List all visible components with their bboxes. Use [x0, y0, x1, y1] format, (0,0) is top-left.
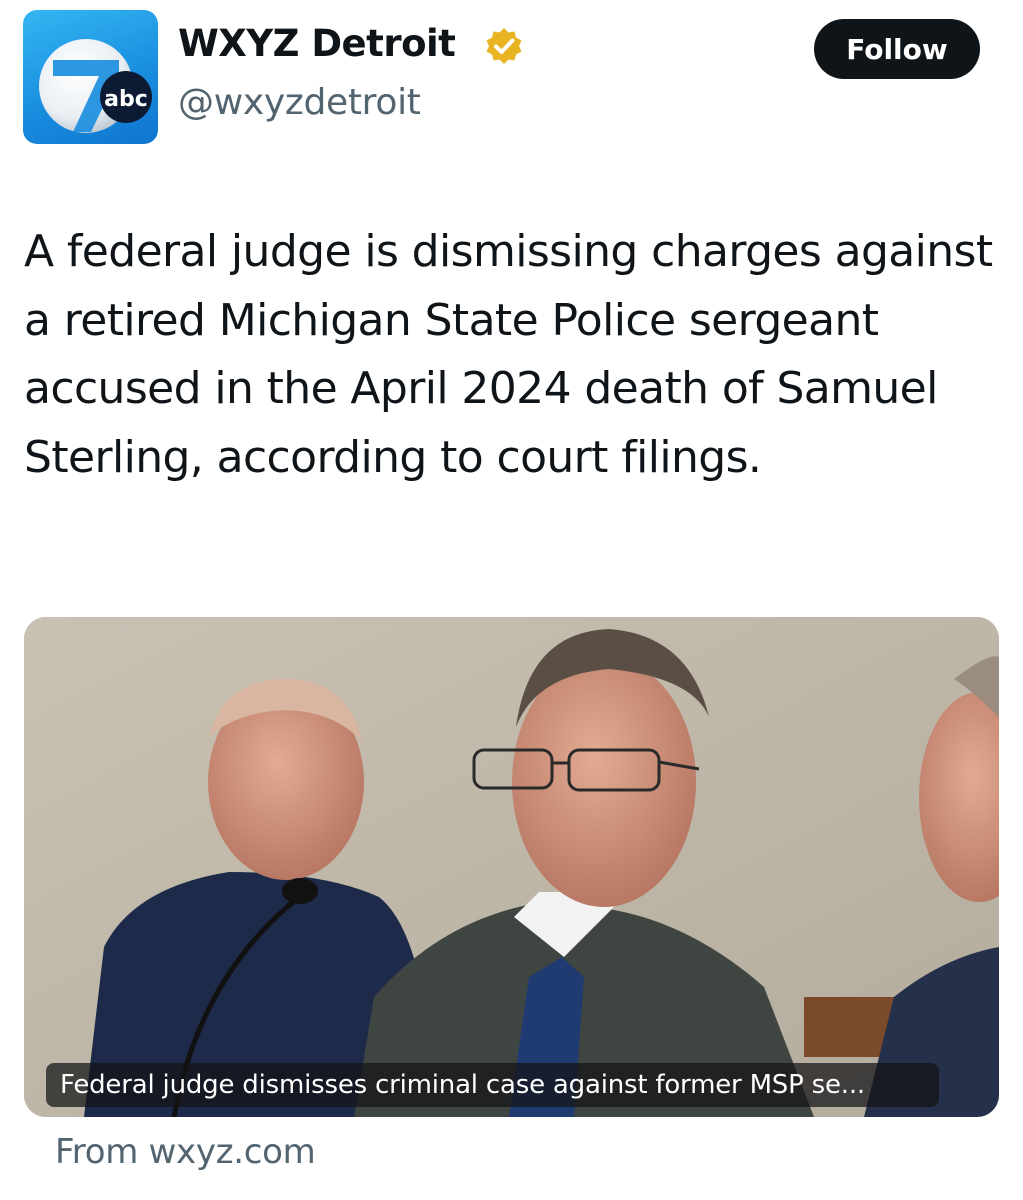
account-handle[interactable]: @wxyzdetroit	[178, 82, 421, 123]
abc-7-logo-icon: abc	[39, 39, 152, 133]
link-source[interactable]: From wxyz.com	[55, 1132, 316, 1172]
tweet-text: A federal judge is dismissing charges ag…	[24, 226, 993, 483]
account-avatar[interactable]: abc	[23, 10, 158, 144]
verified-badge-icon	[486, 28, 522, 64]
news-photo	[24, 617, 999, 1117]
follow-button[interactable]: Follow	[814, 19, 980, 79]
avatar-logo-text: abc	[104, 87, 148, 112]
link-card[interactable]: Federal judge dismisses criminal case ag…	[24, 617, 999, 1117]
display-name[interactable]: WXYZ Detroit	[178, 22, 456, 65]
link-card-caption: Federal judge dismisses criminal case ag…	[46, 1063, 939, 1107]
